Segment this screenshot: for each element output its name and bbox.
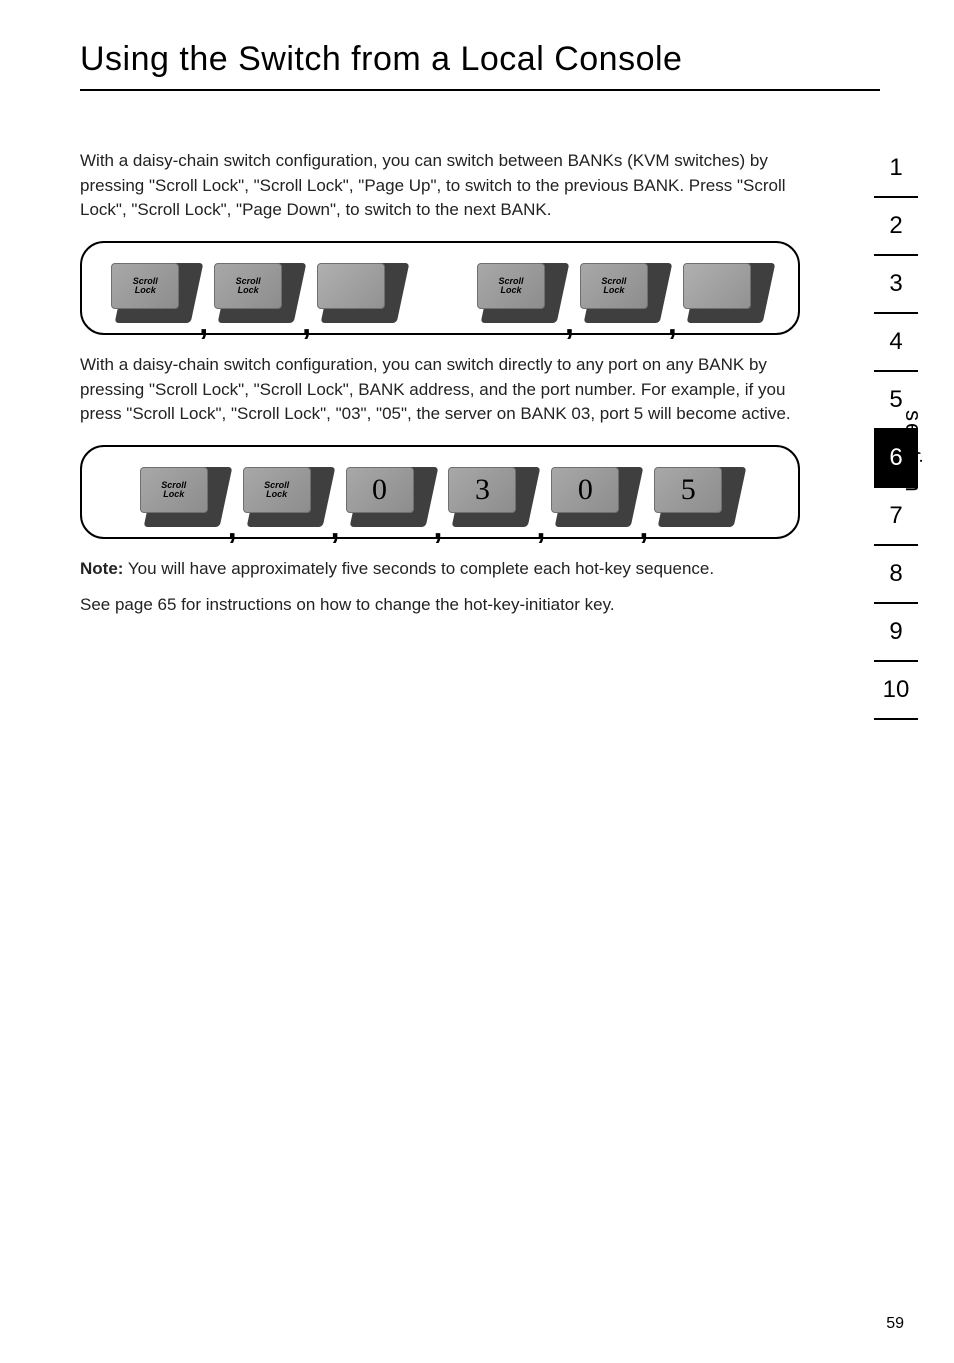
section-nav-3[interactable]: 3 — [874, 256, 918, 314]
separator-comma: , — [329, 523, 346, 533]
separator-comma: , — [300, 319, 317, 329]
section-nav-1[interactable]: 1 — [874, 140, 918, 198]
page-down-key — [683, 263, 769, 323]
separator-comma: , — [432, 523, 449, 533]
page-number: 59 — [886, 1315, 904, 1333]
key-sequence-direct-port: Scroll Lock , Scroll Lock , 0 , 3 , 0 , … — [140, 467, 740, 527]
separator-comma: , — [197, 319, 214, 329]
scroll-lock-key: Scroll Lock — [477, 263, 563, 323]
separator-comma: , — [666, 319, 683, 329]
number-key-0: 0 — [551, 467, 637, 527]
paragraph-1: With a daisy-chain switch configuration,… — [80, 149, 800, 223]
scroll-lock-key: Scroll Lock — [214, 263, 300, 323]
scroll-lock-key: Scroll Lock — [111, 263, 197, 323]
separator-comma: , — [563, 319, 580, 329]
number-key-0: 0 — [346, 467, 432, 527]
section-nav-2[interactable]: 2 — [874, 198, 918, 256]
body-content: With a daisy-chain switch configuration,… — [80, 149, 800, 618]
see-also-paragraph: See page 65 for instructions on how to c… — [80, 593, 800, 618]
separator-comma: , — [226, 523, 243, 533]
page-title: Using the Switch from a Local Console — [80, 40, 880, 91]
key-sequence-prev-bank: Scroll Lock , Scroll Lock , — [111, 263, 403, 323]
page-up-key — [317, 263, 403, 323]
key-sequence-next-bank: Scroll Lock , Scroll Lock , — [477, 263, 769, 323]
diagram-direct-port: Scroll Lock , Scroll Lock , 0 , 3 , 0 , … — [80, 445, 800, 539]
paragraph-2: With a daisy-chain switch configuration,… — [80, 353, 800, 427]
scroll-lock-key: Scroll Lock — [243, 467, 329, 527]
note-text: You will have approximately five seconds… — [123, 559, 714, 578]
scroll-lock-key: Scroll Lock — [140, 467, 226, 527]
section-nav-4[interactable]: 4 — [874, 314, 918, 372]
diagram-bank-switch: Scroll Lock , Scroll Lock , Scroll Lock … — [80, 241, 800, 335]
note-label: Note: — [80, 559, 123, 578]
separator-comma: , — [637, 523, 654, 533]
section-nav-10[interactable]: 10 — [874, 662, 918, 720]
section-nav-8[interactable]: 8 — [874, 546, 918, 604]
section-nav-9[interactable]: 9 — [874, 604, 918, 662]
number-key-3: 3 — [448, 467, 534, 527]
section-nav-7[interactable]: 7 — [874, 488, 918, 546]
scroll-lock-key: Scroll Lock — [580, 263, 666, 323]
section-label: section — [900, 410, 926, 494]
note-paragraph: Note: You will have approximately five s… — [80, 557, 800, 582]
number-key-5: 5 — [654, 467, 740, 527]
separator-comma: , — [534, 523, 551, 533]
section-nav: 1 2 3 4 5 6 7 8 9 10 section — [874, 140, 918, 720]
